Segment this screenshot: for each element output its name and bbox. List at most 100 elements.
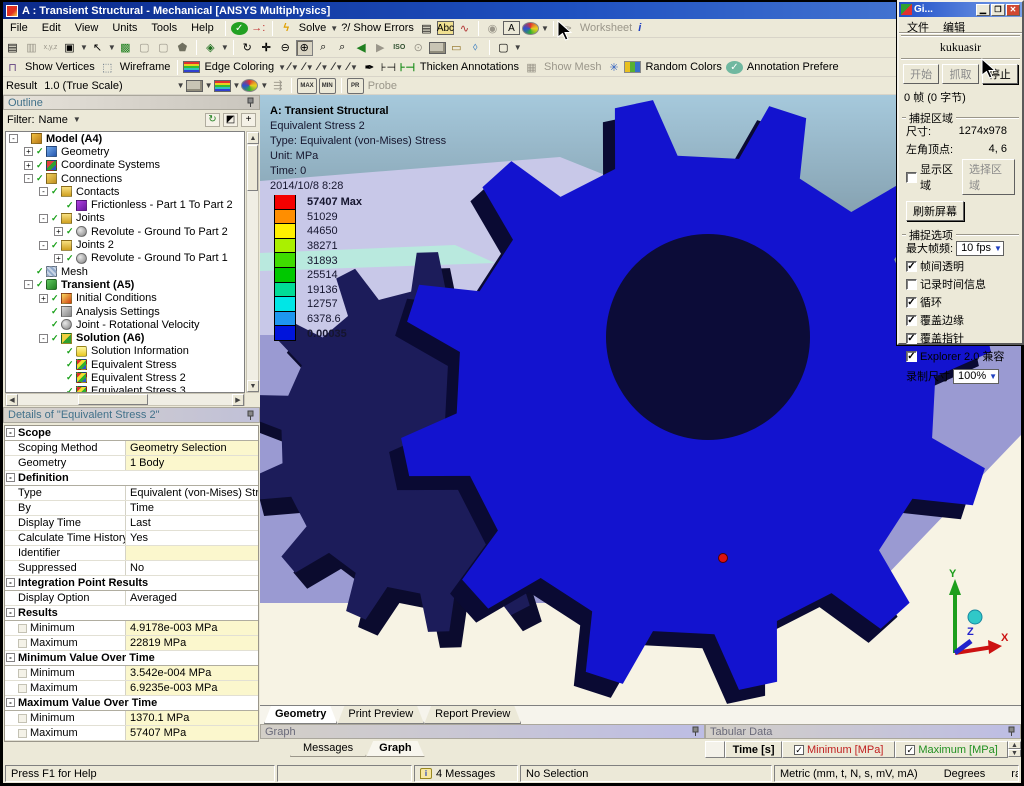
chart-checkbox[interactable] xyxy=(18,624,27,633)
recorder-option[interactable]: ✓ 循环 xyxy=(904,293,1017,311)
recorder-menu-item[interactable]: 文件 xyxy=(907,19,929,31)
palette-icon[interactable] xyxy=(522,22,539,35)
tree-expander[interactable] xyxy=(39,307,48,316)
tree-expander[interactable] xyxy=(54,347,63,356)
recorder-option[interactable]: ✓ Explorer 2.0 兼容 xyxy=(904,347,1017,365)
details-value[interactable]: Last xyxy=(126,516,258,530)
tree-row[interactable]: - ✓ Joints xyxy=(6,212,244,225)
tree-item-label[interactable]: Model (A4) xyxy=(46,133,102,145)
menu-item[interactable]: View xyxy=(68,20,106,36)
details-row[interactable]: Scoping Method Geometry Selection xyxy=(5,441,258,456)
edge-option-4[interactable]: ∕▼ xyxy=(332,61,343,73)
show-vertices-button[interactable]: Show Vertices xyxy=(25,61,95,73)
edges-display-icon[interactable] xyxy=(241,79,258,92)
tree-expander[interactable]: + xyxy=(54,227,63,236)
option-checkbox[interactable]: ✓ xyxy=(906,297,917,308)
scroll-thumb[interactable] xyxy=(78,394,148,405)
outline-vertical-scrollbar[interactable]: ▲ ▼ xyxy=(246,131,259,393)
scroll-up-icon[interactable]: ▲ xyxy=(247,132,259,144)
contours-dropdown-icon[interactable]: ▼ xyxy=(233,81,241,90)
details-row[interactable]: Minimum 3.542e-004 MPa xyxy=(5,666,258,681)
details-row[interactable]: Geometry 1 Body xyxy=(5,456,258,471)
tree-item-label[interactable]: Joints 2 xyxy=(76,239,114,251)
angle-unit[interactable]: Degrees xyxy=(944,768,986,780)
minimum-column-header[interactable]: ✓ Minimum [MPa] xyxy=(782,741,895,758)
tree-row[interactable]: ✓ Equivalent Stress 3 xyxy=(6,385,244,393)
scroll-left-icon[interactable]: ◀ xyxy=(6,394,18,406)
details-value[interactable]: 22819 MPa xyxy=(126,636,258,650)
tree-item-label[interactable]: Joints xyxy=(76,212,105,224)
edges-dropdown-icon[interactable]: ▼ xyxy=(260,81,268,90)
minimize-button[interactable]: ▁ xyxy=(976,4,990,16)
tree-expander[interactable]: + xyxy=(54,254,63,263)
tag-icon[interactable]: ⬨ xyxy=(467,40,484,56)
tabular-scrollbar[interactable]: ▲ ▼ xyxy=(1008,741,1021,758)
tree-item-label[interactable]: Revolute - Ground To Part 1 xyxy=(91,252,228,264)
details-row[interactable]: Minimum 4.9178e-003 MPa xyxy=(5,621,258,636)
tree-item-label[interactable]: Revolute - Ground To Part 2 xyxy=(91,226,228,238)
annotation-preferences-button[interactable]: Annotation Prefere xyxy=(747,61,839,73)
ok-check-icon[interactable]: ✓ xyxy=(231,22,248,35)
wireframe-button[interactable]: Wireframe xyxy=(120,61,171,73)
section-expander[interactable]: - xyxy=(6,428,15,437)
minimum-checkbox[interactable]: ✓ xyxy=(794,745,804,755)
bell-icon[interactable]: ◉ xyxy=(484,20,501,36)
option-checkbox[interactable] xyxy=(906,279,917,290)
solve-button[interactable]: Solve xyxy=(299,22,327,34)
tree-row[interactable]: ✓ Frictionless - Part 1 To Part 2 xyxy=(6,198,244,211)
tree-item-label[interactable]: Analysis Settings xyxy=(76,306,160,318)
unit-system[interactable]: Metric (mm, t, N, s, mV, mA) xyxy=(780,768,918,780)
graph-tab[interactable]: Graph xyxy=(366,741,424,757)
edge-option-3[interactable]: ∕▼ xyxy=(318,61,329,73)
plus-box-icon[interactable]: + xyxy=(241,113,256,127)
tree-expander[interactable]: + xyxy=(39,294,48,303)
filter-value-dropdown[interactable]: Name xyxy=(39,114,68,126)
chart-checkbox[interactable] xyxy=(18,714,27,723)
zoom-fit-icon[interactable]: ⌕ xyxy=(334,40,351,56)
tree-row[interactable]: + ✓ Revolute - Ground To Part 2 xyxy=(6,225,244,238)
chart-checkbox[interactable] xyxy=(18,639,27,648)
details-value[interactable]: 1 Body xyxy=(126,456,258,470)
recorder-option[interactable]: ✓ 帧间透明 xyxy=(904,257,1017,275)
viewports-icon[interactable] xyxy=(429,42,446,54)
details-row[interactable]: - Results xyxy=(5,606,258,621)
viewport-tab[interactable]: Geometry xyxy=(264,706,337,724)
axis-star-icon[interactable]: ✳ xyxy=(605,59,622,75)
menu-item[interactable]: Edit xyxy=(35,20,68,36)
details-value[interactable]: Yes xyxy=(126,531,258,545)
fps-dropdown[interactable]: 10 fps▼ xyxy=(956,241,1004,256)
details-value[interactable]: Averaged xyxy=(126,591,258,605)
info-icon[interactable]: i xyxy=(638,22,641,34)
details-value[interactable]: 57407 MPa xyxy=(126,726,258,740)
pin-icon[interactable] xyxy=(1007,726,1016,737)
section-expander[interactable]: - xyxy=(6,473,15,482)
edge-option-2[interactable]: ∕▼ xyxy=(303,61,314,73)
details-value[interactable]: Time xyxy=(126,501,258,515)
close-button[interactable]: ✕ xyxy=(1006,4,1020,16)
abc-tool-icon[interactable]: Abc xyxy=(437,21,454,35)
tree-row[interactable]: - Model (A4) xyxy=(6,132,244,145)
tree-row[interactable]: - ✓ Transient (A5) xyxy=(6,278,244,291)
tree-item-label[interactable]: Equivalent Stress xyxy=(91,359,177,371)
option-checkbox[interactable]: ✓ xyxy=(906,315,917,326)
edge-option-5[interactable]: ∕▼ xyxy=(347,61,358,73)
filter-dropdown-icon[interactable]: ▼ xyxy=(73,115,81,124)
details-row[interactable]: Display Option Averaged xyxy=(5,591,258,606)
tree-item-label[interactable]: Initial Conditions xyxy=(76,292,157,304)
select-mode-dropdown-icon[interactable]: ▼ xyxy=(80,43,88,52)
tree-row[interactable]: - ✓ Connections xyxy=(6,172,244,185)
scroll-up-icon[interactable]: ▲ xyxy=(1008,741,1021,749)
details-value[interactable]: 4.9178e-003 MPa xyxy=(126,621,258,635)
tree-item-label[interactable]: Joint - Rotational Velocity xyxy=(76,319,200,331)
maximize-button[interactable]: ❐ xyxy=(991,4,1005,16)
details-row[interactable]: - Definition xyxy=(5,471,258,486)
section-expander[interactable]: - xyxy=(6,698,15,707)
zoom-out-icon[interactable]: ⊖ xyxy=(277,40,294,56)
scroll-thumb[interactable] xyxy=(247,145,258,191)
edge-coloring-button[interactable]: Edge Coloring xyxy=(204,61,274,73)
random-colors-button[interactable]: Random Colors xyxy=(645,61,721,73)
section-expander[interactable]: - xyxy=(6,578,15,587)
cursor-dropdown-icon[interactable]: ▼ xyxy=(108,43,116,52)
chart-checkbox[interactable] xyxy=(18,669,27,678)
show-errors-button[interactable]: ?/ Show Errors xyxy=(341,22,414,34)
